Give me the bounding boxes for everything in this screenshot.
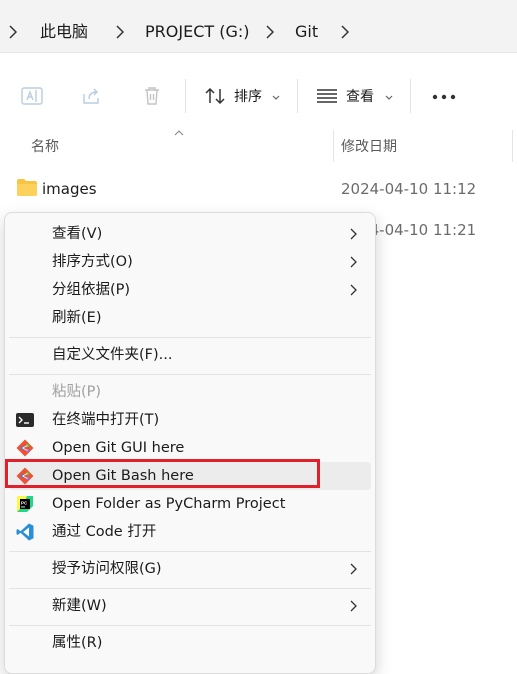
folder-icon — [17, 179, 37, 196]
menu-item-refresh[interactable]: 刷新(E) — [9, 304, 371, 332]
column-header-name[interactable]: 名称 — [31, 138, 59, 156]
menu-item-view[interactable]: 查看(V) — [9, 220, 371, 248]
address-bar[interactable]: 此电脑 PROJECT (G:) Git — [0, 0, 517, 53]
sort-icon[interactable] — [203, 84, 227, 108]
file-modified: 2024-04-10 11:12 — [341, 180, 477, 198]
menu-item-sort-by[interactable]: 排序方式(O) — [9, 248, 371, 276]
command-bar: 排序 查看 — [0, 60, 517, 130]
view-icon[interactable] — [315, 84, 339, 108]
chevron-right-icon — [350, 600, 357, 612]
svg-text:PC: PC — [21, 501, 28, 506]
chevron-right-icon[interactable] — [341, 25, 349, 39]
git-icon — [16, 439, 34, 457]
pycharm-icon: PC — [17, 496, 33, 512]
breadcrumb-this-pc[interactable]: 此电脑 — [40, 21, 88, 43]
view-button[interactable]: 查看 — [346, 87, 374, 107]
toolbar-divider — [410, 79, 411, 113]
menu-item-customize-folder[interactable]: 自定义文件夹(F)... — [9, 341, 371, 369]
breadcrumb-project-drive[interactable]: PROJECT (G:) — [145, 21, 250, 43]
delete-icon[interactable] — [140, 84, 164, 108]
menu-item-properties[interactable]: 属性(R) — [9, 629, 371, 657]
breadcrumb-git[interactable]: Git — [295, 21, 318, 43]
terminal-icon — [16, 413, 34, 427]
menu-divider — [9, 374, 371, 375]
chevron-down-icon — [272, 95, 280, 100]
context-menu: 查看(V) 排序方式(O) 分组依据(P) 刷新(E) 自定义文件夹(F)...… — [4, 212, 376, 674]
menu-item-give-access[interactable]: 授予访问权限(G) — [9, 555, 371, 583]
menu-divider — [9, 625, 371, 626]
chevron-right-icon[interactable] — [266, 25, 274, 39]
column-header-modified[interactable]: 修改日期 — [341, 138, 397, 156]
vscode-icon — [16, 523, 34, 541]
toolbar-divider — [297, 79, 298, 113]
chevron-right-icon — [350, 228, 357, 240]
rename-icon[interactable] — [20, 84, 44, 108]
menu-divider — [9, 588, 371, 589]
more-options-icon[interactable] — [432, 94, 456, 100]
menu-item-group-by[interactable]: 分组依据(P) — [9, 276, 371, 304]
chevron-right-icon — [350, 563, 357, 575]
menu-item-open-in-terminal[interactable]: 在终端中打开(T) — [9, 406, 371, 434]
column-divider[interactable] — [512, 130, 513, 162]
highlight-annotation-box — [5, 459, 320, 488]
menu-item-new[interactable]: 新建(W) — [9, 592, 371, 620]
menu-divider — [9, 337, 371, 338]
menu-item-paste: 粘贴(P) — [52, 384, 102, 400]
chevron-right-icon — [350, 256, 357, 268]
share-icon[interactable] — [80, 84, 104, 108]
file-name: images — [42, 180, 97, 198]
menu-item-open-git-gui[interactable]: Open Git GUI here — [9, 434, 371, 462]
toolbar-divider — [185, 79, 186, 113]
column-divider[interactable] — [333, 130, 334, 162]
chevron-right-icon — [350, 284, 357, 296]
menu-item-open-with-code[interactable]: 通过 Code 打开 — [9, 518, 371, 546]
chevron-down-icon — [385, 95, 393, 100]
menu-item-open-pycharm[interactable]: PC Open Folder as PyCharm Project — [9, 490, 371, 518]
chevron-right-icon — [9, 25, 17, 39]
sort-button[interactable]: 排序 — [234, 87, 262, 107]
chevron-right-icon[interactable] — [116, 25, 124, 39]
menu-divider — [9, 551, 371, 552]
sort-ascending-icon — [174, 130, 184, 136]
